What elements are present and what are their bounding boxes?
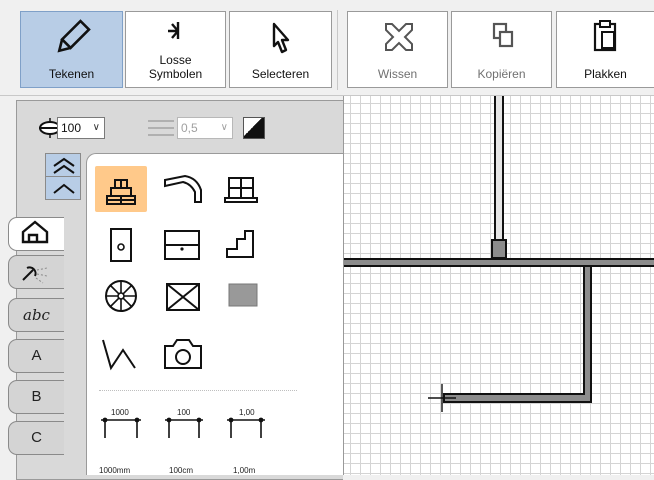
toolbar-separator bbox=[337, 10, 338, 90]
house-icon bbox=[21, 220, 48, 244]
select-button[interactable]: Selecteren bbox=[229, 11, 332, 88]
window-symbol[interactable] bbox=[217, 166, 269, 212]
tab-b-label: B bbox=[31, 388, 42, 405]
dimension-cm-symbol[interactable]: 100 bbox=[163, 404, 219, 450]
options-bar: 100 ∨ 0,5 ∨ bbox=[17, 101, 344, 148]
loose-symbols-button[interactable]: Losse Symbolen bbox=[125, 11, 226, 88]
height-select[interactable]: 100 ∨ bbox=[57, 117, 105, 139]
copy-label: Kopiëren bbox=[477, 67, 526, 81]
delete-label: Wissen bbox=[377, 67, 418, 81]
dimension-mm-symbol[interactable]: 1000 bbox=[95, 404, 155, 450]
tab-house[interactable] bbox=[8, 217, 64, 251]
loose-symbols-label-1: Losse bbox=[159, 53, 192, 67]
delete-button[interactable]: Wissen bbox=[347, 11, 448, 88]
dimension-line-icon bbox=[227, 417, 265, 438]
photo-symbol[interactable] bbox=[157, 330, 209, 376]
select-label: Selecteren bbox=[251, 67, 310, 81]
dimension-line-icon bbox=[101, 417, 141, 438]
tab-text[interactable]: abc bbox=[8, 298, 64, 332]
cabinet-icon bbox=[164, 230, 200, 260]
close-x-icon bbox=[348, 18, 447, 58]
floor-plan-drawing bbox=[344, 96, 654, 412]
wall-symbol[interactable] bbox=[95, 166, 147, 212]
spiral-stairs-symbol[interactable] bbox=[95, 274, 147, 320]
scroll-up-button[interactable] bbox=[45, 176, 81, 200]
brick-wall-icon bbox=[106, 179, 136, 205]
tab-c[interactable]: C bbox=[8, 421, 64, 455]
main-toolbar: Tekenen Losse Symbolen Selecteren Wissen bbox=[0, 0, 654, 96]
stairs-symbol[interactable] bbox=[217, 221, 269, 267]
line-width-icon bbox=[147, 118, 175, 138]
copy-icon bbox=[452, 18, 551, 58]
draw-button[interactable]: Tekenen bbox=[20, 11, 123, 88]
copy-button[interactable]: Kopiëren bbox=[451, 11, 552, 88]
paste-label: Plakken bbox=[584, 67, 627, 81]
void-symbol[interactable] bbox=[157, 274, 209, 320]
loose-symbols-label-2: Symbolen bbox=[148, 67, 203, 81]
curved-wall-icon bbox=[164, 174, 202, 203]
crossed-box-icon bbox=[166, 283, 200, 311]
tab-c-label: C bbox=[31, 429, 42, 446]
symbol-palette: 1000 100 1,00 1000mm 100cm 1,00m bbox=[86, 153, 343, 475]
fill-symbol[interactable] bbox=[217, 274, 269, 320]
tab-b[interactable]: B bbox=[8, 380, 64, 414]
pencil-icon bbox=[21, 18, 122, 58]
dimension-m-symbol[interactable]: 1,00 bbox=[225, 404, 281, 450]
color-swatch[interactable] bbox=[243, 117, 265, 139]
drawing-canvas[interactable] bbox=[343, 96, 654, 475]
dimension-label-1000mm: 1000mm bbox=[99, 466, 131, 475]
gray-rectangle-icon bbox=[228, 283, 258, 307]
line-width-select[interactable]: 0,5 ∨ bbox=[177, 117, 233, 139]
zigzag-line-icon bbox=[102, 339, 136, 371]
dimension-line-icon bbox=[165, 417, 203, 438]
chevron-down-icon: ∨ bbox=[92, 122, 100, 133]
draw-label: Tekenen bbox=[48, 67, 95, 81]
line-width-value: 0,5 bbox=[181, 121, 198, 135]
camera-icon bbox=[164, 339, 202, 369]
symbol-tool-icon bbox=[126, 16, 225, 42]
tab-a[interactable]: A bbox=[8, 339, 64, 373]
dimension-label-100cm: 100cm bbox=[169, 466, 194, 475]
tab-garden[interactable] bbox=[8, 255, 64, 289]
tab-a-label: A bbox=[31, 347, 42, 364]
text-tab-label: abc bbox=[23, 306, 50, 324]
cabinet-symbol[interactable] bbox=[157, 221, 209, 267]
sprinkler-icon bbox=[21, 266, 47, 284]
door-icon bbox=[110, 228, 132, 262]
polyline-symbol[interactable] bbox=[95, 330, 147, 376]
door-symbol[interactable] bbox=[95, 221, 147, 267]
paste-button[interactable]: Plakken bbox=[556, 11, 654, 88]
symbol-sidebar: 100 ∨ 0,5 ∨ abc A B C 1000 100 1,00 1000… bbox=[0, 96, 344, 480]
chevron-down-icon: ∨ bbox=[220, 122, 228, 133]
clipboard-icon bbox=[557, 18, 654, 58]
spiral-stairs-icon bbox=[105, 280, 137, 312]
cursor-arrow-icon bbox=[230, 18, 331, 58]
curved-wall-symbol[interactable] bbox=[157, 166, 209, 212]
window-icon bbox=[224, 177, 258, 203]
palette-divider bbox=[99, 390, 297, 391]
dimension-label-1m: 1,00m bbox=[233, 466, 256, 475]
scroll-top-button[interactable] bbox=[45, 153, 81, 177]
stairs-icon bbox=[226, 230, 254, 258]
height-value: 100 bbox=[61, 121, 82, 135]
